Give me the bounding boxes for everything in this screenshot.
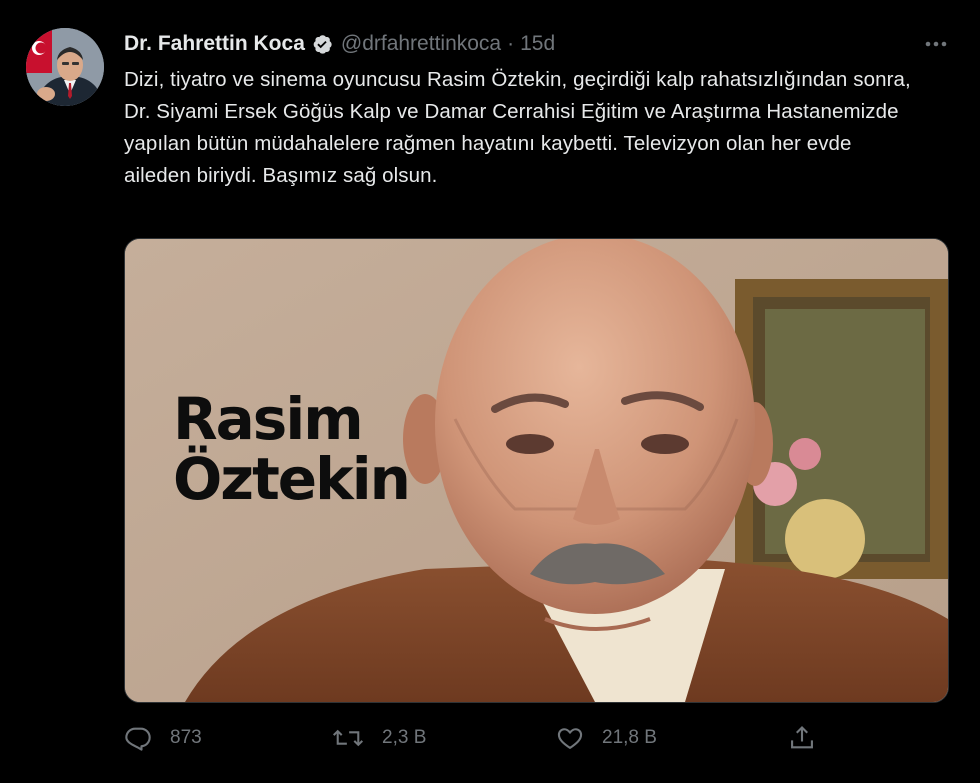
tweet-media[interactable]: Rasim Öztekin [124, 238, 949, 703]
retweet-button[interactable]: 2,3 B [332, 722, 426, 754]
header-separator: · [507, 32, 515, 55]
verified-badge-icon [311, 33, 333, 55]
author-handle[interactable]: @drfahrettinkoca [341, 32, 501, 56]
reply-button[interactable]: 873 [124, 722, 202, 754]
media-overlay-title: Rasim Öztekin [173, 385, 411, 513]
overlay-line-1: Rasim [173, 385, 364, 453]
like-icon [557, 728, 583, 749]
tweet-timestamp[interactable]: 15d [520, 32, 555, 56]
retweet-count: 2,3 B [382, 727, 427, 748]
tweet-text: Dizi, tiyatro ve sinema oyuncusu Rasim Ö… [124, 68, 911, 187]
avatar-image [26, 28, 104, 106]
more-options-icon [925, 41, 947, 47]
reply-icon [125, 727, 151, 751]
tweet-actions: 873 2,3 B 21,8 B [124, 722, 824, 754]
author-name[interactable]: Dr. Fahrettin Koca [124, 32, 305, 56]
like-button[interactable]: 21,8 B [556, 722, 657, 754]
like-count: 21,8 B [602, 727, 657, 748]
overlay-line-2: Öztekin [173, 445, 411, 513]
share-icon [791, 726, 813, 749]
author-avatar[interactable] [26, 28, 104, 106]
tweet-header: Dr. Fahrettin Koca @drfahrettinkoca · 15… [124, 30, 555, 58]
retweet-icon [332, 729, 364, 747]
tweet[interactable]: Dr. Fahrettin Koca @drfahrettinkoca · 15… [0, 0, 980, 783]
more-options-button[interactable] [922, 30, 950, 58]
share-button[interactable] [788, 722, 816, 754]
reply-count: 873 [170, 727, 202, 748]
